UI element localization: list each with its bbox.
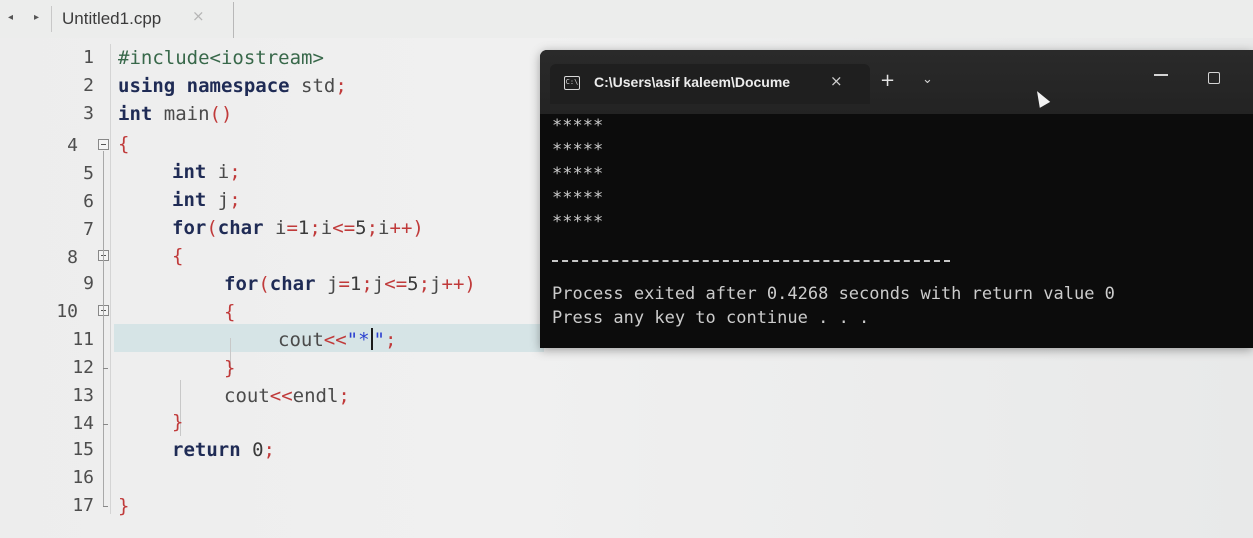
scroll-left-icon[interactable]: ◂ — [8, 12, 13, 23]
tab-scroll-arrows[interactable]: ◂ ▸ — [0, 6, 52, 32]
code-line-15: return 0; — [172, 439, 275, 461]
console-output-line: ***** — [552, 164, 604, 184]
code-line-4: { — [118, 133, 130, 155]
code-line-5: int i; — [172, 161, 241, 183]
fold-end-marker — [103, 506, 108, 507]
line-number: 14 — [72, 413, 94, 434]
line-number: 4 — [67, 135, 78, 156]
console-window[interactable]: C:\ C:\Users\asif kaleem\Docume × + ⌄ **… — [540, 50, 1253, 348]
line-number: 8 — [67, 247, 78, 268]
line-number: 6 — [83, 191, 94, 212]
maximize-button[interactable] — [1208, 72, 1220, 84]
fold-range-line — [103, 151, 104, 507]
console-output-line: ***** — [552, 116, 604, 136]
line-number: 17 — [72, 495, 94, 516]
close-tab-icon[interactable]: × — [192, 7, 205, 25]
console-output-line: ***** — [552, 212, 604, 232]
code-line-9: for(char j=1;j<=5;j++) — [224, 273, 476, 295]
line-number: 11 — [72, 329, 94, 350]
console-tab[interactable]: C:\ C:\Users\asif kaleem\Docume × — [550, 64, 870, 104]
fold-end-marker — [103, 424, 108, 425]
process-exit-message: Process exited after 0.4268 seconds with… — [552, 284, 1115, 304]
code-line-12: } — [224, 357, 236, 379]
line-number: 13 — [72, 385, 94, 406]
line-number: 16 — [72, 467, 94, 488]
line-number: 10 — [56, 301, 78, 322]
console-separator — [552, 260, 950, 262]
scroll-right-icon[interactable]: ▸ — [34, 12, 39, 23]
new-tab-plus-icon[interactable]: + — [880, 70, 895, 91]
terminal-icon: C:\ — [564, 76, 580, 90]
line-number: 5 — [83, 163, 94, 184]
code-line-6: int j; — [172, 189, 241, 211]
text-cursor — [370, 328, 373, 350]
tab-untitled1-cpp[interactable]: Untitled1.cpp × — [52, 2, 234, 38]
gutter-separator — [110, 44, 111, 514]
code-line-14: } — [172, 411, 184, 433]
line-number: 2 — [83, 75, 94, 96]
tab-title: Untitled1.cpp — [62, 9, 162, 28]
minimize-button[interactable] — [1154, 74, 1168, 76]
console-tab-title: C:\Users\asif kaleem\Docume — [594, 74, 791, 90]
editor-tab-bar: ◂ ▸ Untitled1.cpp × — [0, 0, 1253, 38]
code-line-7: for(char i=1;i<=5;i++) — [172, 217, 424, 239]
line-number: 3 — [83, 103, 94, 124]
line-number: 7 — [83, 219, 94, 240]
console-output-line: ***** — [552, 188, 604, 208]
line-number: 1 — [83, 47, 94, 68]
line-number: 15 — [72, 439, 94, 460]
close-console-tab-icon[interactable]: × — [830, 72, 843, 90]
fold-end-marker — [103, 368, 108, 369]
console-title-bar[interactable]: C:\ C:\Users\asif kaleem\Docume × + ⌄ — [540, 50, 1253, 114]
press-key-message: Press any key to continue . . . — [552, 308, 870, 328]
code-line-17: } — [118, 495, 130, 517]
code-line-1: #include<iostream> — [118, 47, 324, 69]
line-number: 12 — [72, 357, 94, 378]
line-number: 9 — [83, 273, 94, 294]
fold-collapse-icon[interactable] — [98, 139, 109, 150]
code-line-2: using namespace std; — [118, 75, 347, 97]
code-line-11: cout<<"* "; — [278, 328, 397, 351]
code-line-8: { — [172, 245, 184, 267]
tab-dropdown-chevron-icon[interactable]: ⌄ — [922, 72, 933, 87]
code-line-3: int main() — [118, 103, 233, 125]
console-output-line: ***** — [552, 140, 604, 160]
code-line-13: cout<<endl; — [224, 385, 350, 407]
code-line-10: { — [224, 301, 236, 323]
